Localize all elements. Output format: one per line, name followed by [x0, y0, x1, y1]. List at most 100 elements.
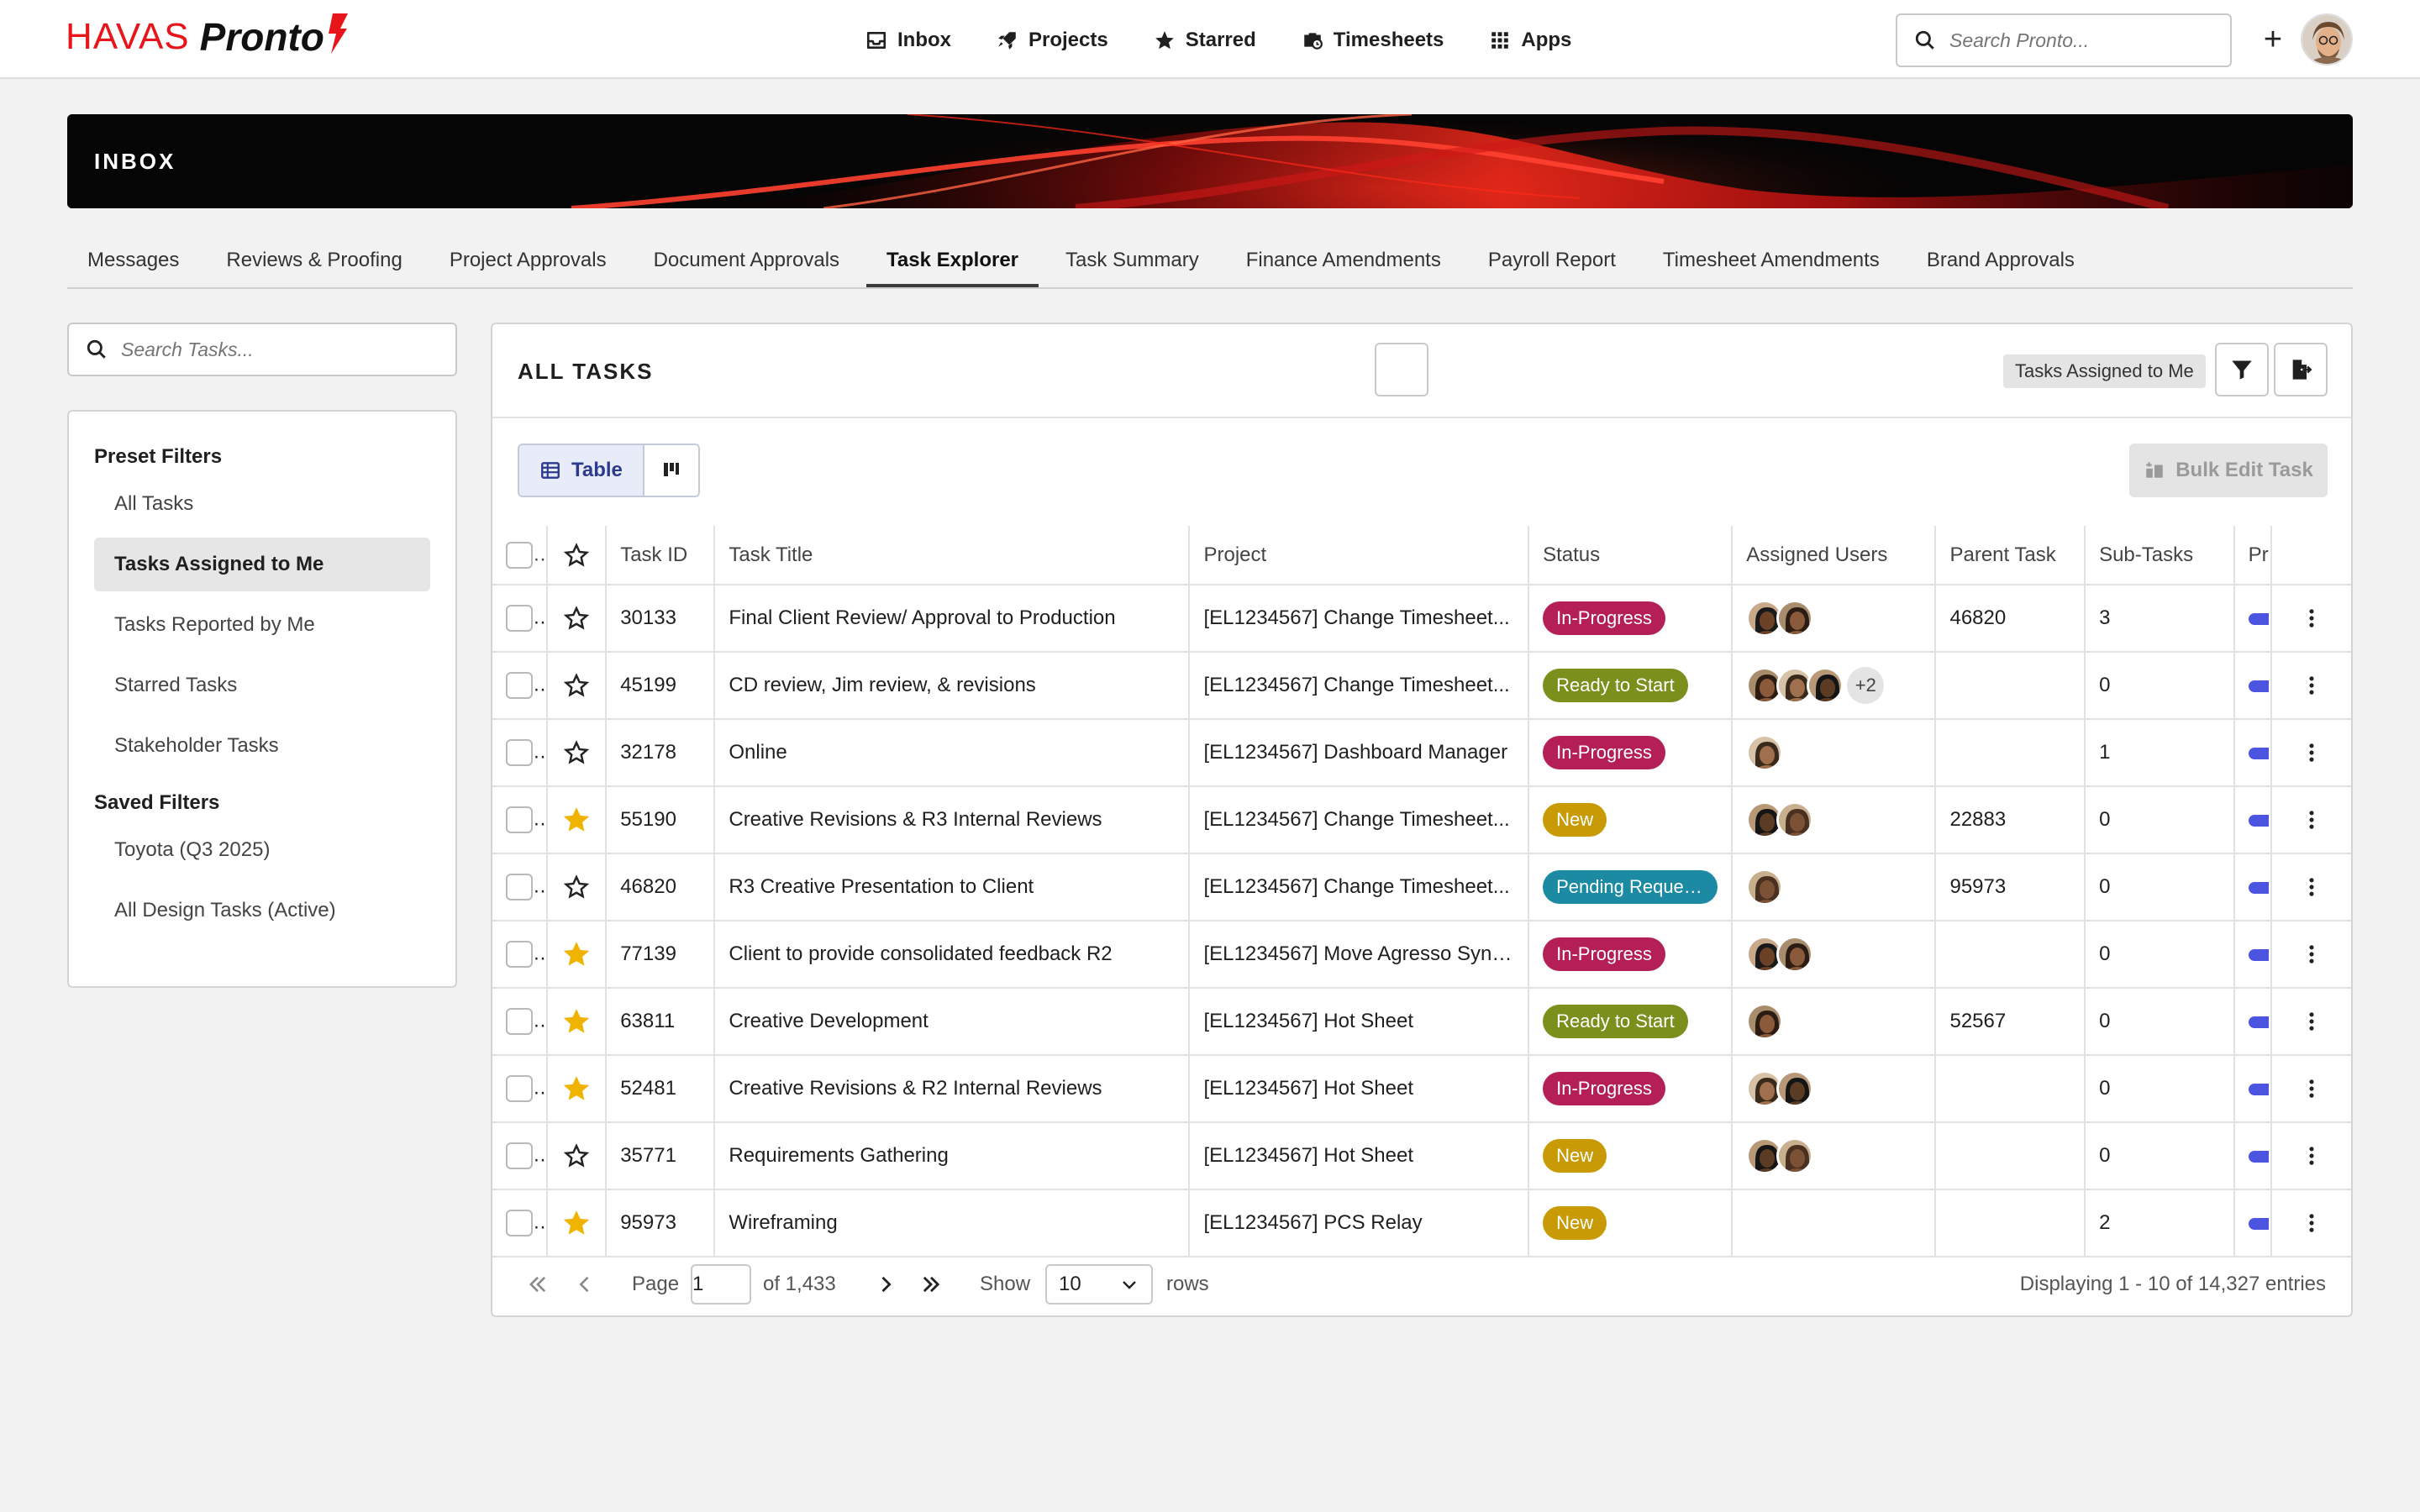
task-project[interactable]: [EL1234567] Change Timesheet... [1189, 585, 1530, 653]
task-search[interactable] [67, 323, 457, 376]
task-search-input[interactable] [121, 338, 440, 361]
star-outline-icon[interactable] [563, 874, 590, 900]
export-button[interactable] [2274, 343, 2328, 396]
table-row[interactable]: 63811 Creative Development [EL1234567] Hot… [492, 988, 2351, 1056]
col-task-id[interactable]: Task ID [606, 526, 716, 585]
row-checkbox[interactable] [506, 1075, 533, 1102]
next-page-button[interactable] [874, 1273, 897, 1296]
star-outline-icon[interactable] [563, 1143, 590, 1168]
table-row[interactable]: 55190 Creative Revisions & R3 Internal Re… [492, 786, 2351, 854]
assignee-avatar[interactable] [1776, 600, 1814, 637]
assignee-avatar[interactable] [1776, 1137, 1814, 1174]
filter-all-tasks[interactable]: All Tasks [94, 477, 430, 531]
tab-reviews-proofing[interactable]: Reviews & Proofing [206, 235, 422, 287]
star-filled-icon[interactable] [563, 807, 590, 832]
table-row[interactable]: 52481 Creative Revisions & R2 Internal Re… [492, 1055, 2351, 1123]
more-vertical-icon[interactable] [2300, 741, 2323, 764]
tab-project-approvals[interactable]: Project Approvals [429, 235, 627, 287]
row-checkbox[interactable] [506, 1210, 533, 1236]
page-input[interactable]: 1 [691, 1264, 751, 1305]
table-row[interactable]: 45199 CD review, Jim review, & revisions[… [492, 652, 2351, 720]
task-id[interactable]: 32178 [606, 719, 716, 787]
table-row[interactable]: 32178 Online [EL1234567] Dashboard Manager… [492, 719, 2351, 787]
star-filled-icon[interactable] [563, 1009, 590, 1034]
assignee-avatar[interactable] [1776, 1070, 1814, 1107]
task-project[interactable]: [EL1234567] Change Timesheet... [1189, 853, 1530, 921]
tab-messages[interactable]: Messages [67, 235, 199, 287]
tab-timesheet-amendments[interactable]: Timesheet Amendments [1643, 235, 1900, 287]
more-vertical-icon[interactable] [2300, 808, 2323, 832]
task-title[interactable]: R3 Creative Presentation to Client [714, 853, 1191, 921]
star-filled-icon[interactable] [563, 1210, 590, 1236]
col-assigned-users[interactable]: Assigned Users [1732, 526, 1937, 585]
row-checkbox[interactable] [506, 605, 533, 632]
task-project[interactable]: [EL1234567] Hot Sheet [1189, 988, 1530, 1056]
filter-all-design-tasks-active[interactable]: All Design Tasks (Active) [94, 884, 430, 937]
row-checkbox[interactable] [506, 941, 533, 968]
star-outline-icon[interactable] [563, 673, 590, 698]
task-project[interactable]: [EL1234567] Change Timesheet... [1189, 652, 1530, 720]
add-button[interactable]: + [2252, 18, 2294, 60]
star-outline-icon[interactable] [563, 606, 590, 631]
tab-task-summary[interactable]: Task Summary [1045, 235, 1219, 287]
parent-task[interactable] [1935, 1055, 2086, 1123]
row-checkbox[interactable] [506, 874, 533, 900]
global-search-input[interactable] [1949, 29, 2202, 52]
row-checkbox[interactable] [506, 672, 533, 699]
table-row[interactable]: 35771 Requirements Gathering [EL1234567] H… [492, 1122, 2351, 1190]
parent-task[interactable] [1935, 719, 2086, 787]
col-task-title[interactable]: Task Title [714, 526, 1191, 585]
col-sub-tasks[interactable]: Sub-Tasks [2085, 526, 2235, 585]
row-checkbox[interactable] [506, 1142, 533, 1169]
filter-tasks-reported-by-me[interactable]: Tasks Reported by Me [94, 598, 430, 652]
more-vertical-icon[interactable] [2300, 1144, 2323, 1168]
more-vertical-icon[interactable] [2300, 942, 2323, 966]
more-vertical-icon[interactable] [2300, 1010, 2323, 1033]
rows-per-page-select[interactable]: 10 [1045, 1264, 1153, 1305]
last-page-button[interactable] [919, 1273, 943, 1296]
star-outline-icon[interactable] [563, 740, 590, 765]
col-parent-task[interactable]: Parent Task [1935, 526, 2086, 585]
more-vertical-icon[interactable] [2300, 674, 2323, 697]
active-filter-chip[interactable]: Tasks Assigned to Me [2003, 354, 2206, 388]
parent-task[interactable]: 22883 [1935, 786, 2086, 854]
prev-page-button[interactable] [573, 1273, 597, 1296]
task-id[interactable]: 55190 [606, 786, 716, 854]
nav-timesheets[interactable]: Timesheets [1302, 24, 1444, 57]
nav-starred[interactable]: Starred [1154, 24, 1256, 57]
global-search[interactable] [1896, 13, 2232, 67]
havas-pronto-logo[interactable]: HAVAS Pronto [66, 12, 350, 62]
filter-stakeholder-tasks[interactable]: Stakeholder Tasks [94, 719, 430, 773]
bulk-edit-task-button[interactable]: Bulk Edit Task [2129, 444, 2328, 497]
first-page-button[interactable] [526, 1273, 550, 1296]
nav-projects[interactable]: Projects [997, 24, 1108, 57]
task-title[interactable]: Creative Revisions & R3 Internal Reviews [714, 786, 1191, 854]
task-title[interactable]: Wireframing [714, 1189, 1191, 1257]
col-project[interactable]: Project [1189, 526, 1530, 585]
task-project[interactable]: [EL1234567] Hot Sheet [1189, 1122, 1530, 1190]
row-checkbox[interactable] [506, 739, 533, 766]
tab-document-approvals[interactable]: Document Approvals [634, 235, 860, 287]
table-row[interactable]: 77139 Client to provide consolidated feed… [492, 921, 2351, 989]
board-view-button[interactable] [642, 445, 698, 496]
more-assignees-badge[interactable]: +2 [1847, 667, 1885, 704]
task-id[interactable]: 30133 [606, 585, 716, 653]
task-title[interactable]: CD review, Jim review, & revisions [714, 652, 1191, 720]
assignee-avatar[interactable] [1746, 869, 1784, 906]
assignee-avatar[interactable] [1746, 734, 1784, 771]
filter-toyota-q3-2025[interactable]: Toyota (Q3 2025) [94, 823, 430, 877]
parent-task[interactable] [1935, 1122, 2086, 1190]
select-all-checkbox[interactable] [506, 541, 533, 569]
task-title[interactable]: Creative Revisions & R2 Internal Reviews [714, 1055, 1191, 1123]
task-project[interactable]: [EL1234567] Move Agresso Sync... [1189, 921, 1530, 989]
tab-payroll-report[interactable]: Payroll Report [1468, 235, 1636, 287]
filter-tasks-assigned-to-me[interactable]: Tasks Assigned to Me [94, 538, 430, 591]
task-title[interactable]: Client to provide consolidated feedback … [714, 921, 1191, 989]
row-checkbox[interactable] [506, 806, 533, 833]
tab-task-explorer[interactable]: Task Explorer [866, 235, 1039, 287]
col-status[interactable]: Status [1528, 526, 1733, 585]
more-vertical-icon[interactable] [2300, 875, 2323, 899]
table-row[interactable]: 95973 Wireframing [EL1234567] PCS Relay New… [492, 1189, 2351, 1257]
more-vertical-icon[interactable] [2300, 1211, 2323, 1235]
table-row[interactable]: 46820 R3 Creative Presentation to Client[… [492, 853, 2351, 921]
